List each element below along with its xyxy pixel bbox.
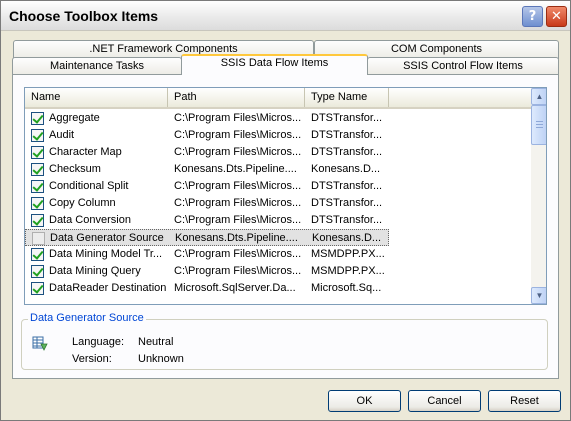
item-type-name: DTSTransfor...	[311, 180, 383, 192]
data-generator-component-icon	[32, 336, 48, 351]
item-checkbox[interactable]	[31, 112, 44, 125]
item-type-name: DTSTransfor...	[311, 146, 383, 158]
item-name: Audit	[49, 129, 75, 141]
item-name: Checksum	[49, 163, 101, 175]
item-path: C:\Program Files\Micros...	[174, 197, 302, 209]
item-type-name: DTSTransfor...	[311, 197, 383, 209]
list-item[interactable]: DataReader Destination Microsoft.SqlServe…	[25, 280, 389, 297]
item-path: Konesans.Dts.Pipeline....	[174, 163, 297, 175]
tab-maintenance-tasks[interactable]: Maintenance Tasks	[12, 57, 182, 75]
title-bar[interactable]: Choose Toolbox Items ? ✕	[1, 1, 570, 31]
ok-button[interactable]: OK	[328, 390, 401, 412]
item-name: Data Mining Model Tr...	[49, 248, 163, 260]
item-path: C:\Program Files\Micros...	[174, 146, 302, 158]
list-header: Name Path Type Name	[25, 88, 532, 109]
item-checkbox[interactable]	[31, 146, 44, 159]
column-header-type-name[interactable]: Type Name	[305, 88, 389, 107]
help-button[interactable]: ?	[522, 6, 543, 27]
scroll-up-icon[interactable]: ▲	[531, 88, 546, 105]
language-label: Language:	[72, 336, 124, 348]
reset-button[interactable]: Reset	[488, 390, 561, 412]
item-path: Konesans.Dts.Pipeline....	[175, 232, 298, 244]
item-name: Copy Column	[49, 197, 116, 209]
list-item[interactable]: Character Map C:\Program Files\Micros... D…	[25, 144, 389, 161]
item-type-name: Konesans.D...	[311, 163, 381, 175]
item-name: Data Mining Query	[49, 265, 141, 277]
list-item[interactable]: Data Mining Model Tr... C:\Program Files\…	[25, 246, 389, 263]
item-name: Aggregate	[49, 112, 100, 124]
item-name: Data Conversion	[49, 214, 131, 226]
item-checkbox[interactable]	[31, 265, 44, 278]
list-item[interactable]: Data Generator Source Konesans.Dts.Pipeli…	[25, 229, 389, 246]
item-name: Character Map	[49, 146, 122, 158]
cancel-button[interactable]: Cancel	[408, 390, 481, 412]
item-type-name: MSMDPP.PX...	[311, 265, 385, 277]
item-path: C:\Program Files\Micros...	[174, 214, 302, 226]
item-path: C:\Program Files\Micros...	[174, 112, 302, 124]
list-item[interactable]: Conditional Split C:\Program Files\Micros…	[25, 178, 389, 195]
close-button[interactable]: ✕	[546, 6, 567, 27]
tab-ssis-data-flow-items[interactable]: SSIS Data Flow Items	[181, 54, 368, 75]
scrollbar-thumb[interactable]	[531, 105, 546, 145]
item-checkbox[interactable]	[31, 129, 44, 142]
list-item[interactable]: Data Conversion C:\Program Files\Micros..…	[25, 212, 389, 229]
item-name: Data Generator Source	[50, 232, 164, 244]
details-title: Data Generator Source	[28, 312, 146, 324]
item-checkbox[interactable]	[31, 248, 44, 261]
list-item[interactable]: Checksum Konesans.Dts.Pipeline.... Konesan…	[25, 161, 389, 178]
item-path: C:\Program Files\Micros...	[174, 265, 302, 277]
item-path: C:\Program Files\Micros...	[174, 129, 302, 141]
tab-panel: Name Path Type Name Aggregate C:\Program …	[12, 74, 559, 379]
item-checkbox[interactable]	[31, 214, 44, 227]
column-header-path[interactable]: Path	[168, 88, 305, 107]
version-label: Version:	[72, 353, 112, 365]
toolbox-items-list[interactable]: Name Path Type Name Aggregate C:\Program …	[24, 87, 547, 305]
item-checkbox[interactable]	[32, 232, 45, 245]
item-type-name: Konesans.D...	[312, 232, 382, 244]
item-type-name: DTSTransfor...	[311, 129, 383, 141]
list-item[interactable]: Audit C:\Program Files\Micros... DTSTransf…	[25, 127, 389, 144]
version-value: Unknown	[138, 353, 184, 365]
item-checkbox[interactable]	[31, 163, 44, 176]
vertical-scrollbar[interactable]: ▲ ▼	[531, 88, 546, 304]
item-name: Conditional Split	[49, 180, 129, 192]
item-type-name: DTSTransfor...	[311, 112, 383, 124]
language-value: Neutral	[138, 336, 174, 348]
item-type-name: DTSTransfor...	[311, 214, 383, 226]
item-path: Microsoft.SqlServer.Da...	[174, 282, 296, 294]
item-name: DataReader Destination	[49, 282, 167, 294]
list-item[interactable]: Copy Column C:\Program Files\Micros... DTS…	[25, 195, 389, 212]
item-path: C:\Program Files\Micros...	[174, 248, 302, 260]
list-item[interactable]: Aggregate C:\Program Files\Micros... DTSTr…	[25, 110, 389, 127]
item-type-name: Microsoft.Sq...	[311, 282, 382, 294]
scroll-down-icon[interactable]: ▼	[531, 287, 546, 304]
column-header-name[interactable]: Name	[25, 88, 168, 107]
tab-ssis-control-flow-items[interactable]: SSIS Control Flow Items	[367, 57, 559, 75]
choose-toolbox-items-dialog: Choose Toolbox Items ? ✕ .NET Framework …	[0, 0, 571, 421]
item-checkbox[interactable]	[31, 197, 44, 210]
list-item[interactable]: Data Mining Query C:\Program Files\Micros…	[25, 263, 389, 280]
item-checkbox[interactable]	[31, 282, 44, 295]
component-details-group: Data Generator Source Language: Neutral …	[21, 312, 548, 370]
item-path: C:\Program Files\Micros...	[174, 180, 302, 192]
window-title: Choose Toolbox Items	[9, 8, 159, 24]
item-checkbox[interactable]	[31, 180, 44, 193]
item-type-name: MSMDPP.PX...	[311, 248, 385, 260]
